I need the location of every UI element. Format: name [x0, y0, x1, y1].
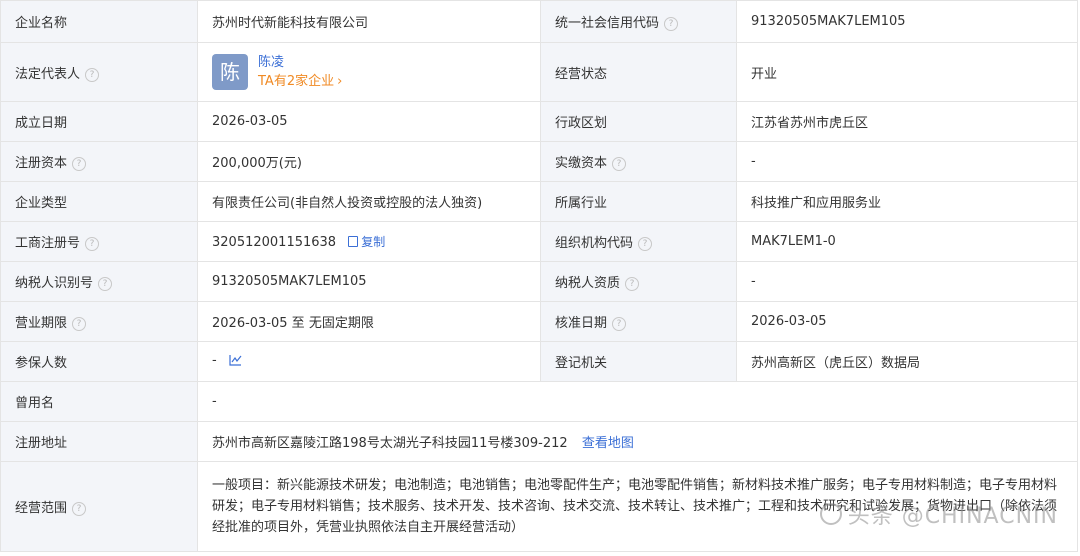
- view-map-link[interactable]: 查看地图: [582, 436, 634, 451]
- industry-label: 所属行业: [540, 181, 737, 222]
- org-code-label: 组织机构代码?: [540, 221, 737, 262]
- status-value: 开业: [736, 42, 1078, 102]
- taxpayer-id-value: 91320505MAK7LEM105: [197, 261, 541, 302]
- org-code-value: MAK7LEM1-0: [736, 221, 1078, 262]
- help-icon[interactable]: ?: [98, 277, 113, 291]
- founded-value: 2026-03-05: [197, 101, 541, 142]
- help-icon[interactable]: ?: [72, 502, 87, 516]
- address-label: 注册地址: [0, 421, 198, 462]
- authority-value: 苏州高新区（虎丘区）数据局: [736, 341, 1078, 382]
- table-row: 营业期限? 2026-03-05 至 无固定期限 核准日期? 2026-03-0…: [0, 301, 1078, 342]
- status-label: 经营状态: [540, 42, 737, 102]
- help-icon[interactable]: ?: [625, 277, 640, 291]
- business-term-label: 营业期限?: [0, 301, 198, 342]
- company-name-label: 企业名称: [0, 0, 198, 43]
- founded-label: 成立日期: [0, 101, 198, 142]
- help-icon[interactable]: ?: [664, 17, 679, 31]
- reg-capital-value: 200,000万(元): [197, 141, 541, 182]
- taxpayer-qual-label: 纳税人资质?: [540, 261, 737, 302]
- help-icon[interactable]: ?: [638, 237, 653, 251]
- approval-date-value: 2026-03-05: [736, 301, 1078, 342]
- company-type-value: 有限责任公司(非自然人投资或控股的法人独资): [197, 181, 541, 222]
- legal-rep-value: 陈 陈凌 TA有2家企业 ›: [197, 42, 541, 102]
- legal-rep-name-link[interactable]: 陈凌: [258, 53, 342, 72]
- company-info-table: 企业名称 苏州时代新能科技有限公司 统一社会信用代码? 91320505MAK7…: [0, 0, 1078, 552]
- reg-number-label: 工商注册号?: [0, 221, 198, 262]
- scope-label: 经营范围?: [0, 461, 198, 552]
- related-companies-link[interactable]: TA有2家企业 ›: [258, 72, 342, 91]
- avatar[interactable]: 陈: [212, 54, 248, 90]
- table-row: 企业名称 苏州时代新能科技有限公司 统一社会信用代码? 91320505MAK7…: [0, 0, 1078, 43]
- table-row: 法定代表人? 陈 陈凌 TA有2家企业 › 经营状态 开业: [0, 42, 1078, 102]
- former-name-label: 曾用名: [0, 381, 198, 422]
- reg-number-value: 320512001151638 复制: [197, 221, 541, 262]
- trend-chart-icon[interactable]: [229, 354, 242, 370]
- district-value: 江苏省苏州市虎丘区: [736, 101, 1078, 142]
- authority-label: 登记机关: [540, 341, 737, 382]
- taxpayer-id-label: 纳税人识别号?: [0, 261, 198, 302]
- table-row: 注册地址 苏州市高新区嘉陵江路198号太湖光子科技园11号楼309-212 查看…: [0, 421, 1078, 462]
- scope-value: 一般项目：新兴能源技术研发；电池制造；电池销售；电池零配件生产；电池零配件销售；…: [197, 461, 1078, 552]
- copy-button[interactable]: 复制: [348, 235, 385, 249]
- company-type-label: 企业类型: [0, 181, 198, 222]
- reg-capital-label: 注册资本?: [0, 141, 198, 182]
- address-value: 苏州市高新区嘉陵江路198号太湖光子科技园11号楼309-212 查看地图: [197, 421, 1078, 462]
- paid-capital-label: 实缴资本?: [540, 141, 737, 182]
- help-icon[interactable]: ?: [612, 157, 627, 171]
- insured-value: -: [197, 341, 541, 382]
- legal-rep-block: 陈 陈凌 TA有2家企业 ›: [212, 53, 540, 91]
- help-icon[interactable]: ?: [85, 67, 100, 82]
- table-row: 纳税人识别号? 91320505MAK7LEM105 纳税人资质? -: [0, 261, 1078, 302]
- table-row: 经营范围? 一般项目：新兴能源技术研发；电池制造；电池销售；电池零配件生产；电池…: [0, 461, 1078, 552]
- company-name-value: 苏州时代新能科技有限公司: [197, 0, 541, 43]
- legal-rep-label: 法定代表人?: [0, 42, 198, 102]
- credit-code-value: 91320505MAK7LEM105: [736, 0, 1078, 43]
- table-row: 企业类型 有限责任公司(非自然人投资或控股的法人独资) 所属行业 科技推广和应用…: [0, 181, 1078, 222]
- paid-capital-value: -: [736, 141, 1078, 182]
- business-term-value: 2026-03-05 至 无固定期限: [197, 301, 541, 342]
- help-icon[interactable]: ?: [72, 157, 87, 171]
- insured-label: 参保人数: [0, 341, 198, 382]
- table-row: 参保人数 - 登记机关 苏州高新区（虎丘区）数据局: [0, 341, 1078, 382]
- help-icon[interactable]: ?: [85, 237, 100, 251]
- credit-code-label: 统一社会信用代码?: [540, 0, 737, 43]
- help-icon[interactable]: ?: [612, 317, 627, 331]
- district-label: 行政区划: [540, 101, 737, 142]
- table-row: 曾用名 -: [0, 381, 1078, 422]
- table-row: 工商注册号? 320512001151638 复制 组织机构代码? MAK7LE…: [0, 221, 1078, 262]
- former-name-value: -: [197, 381, 1078, 422]
- help-icon[interactable]: ?: [72, 317, 87, 331]
- approval-date-label: 核准日期?: [540, 301, 737, 342]
- table-row: 注册资本? 200,000万(元) 实缴资本? -: [0, 141, 1078, 182]
- industry-value: 科技推广和应用服务业: [736, 181, 1078, 222]
- taxpayer-qual-value: -: [736, 261, 1078, 302]
- copy-icon: [348, 236, 359, 247]
- table-row: 成立日期 2026-03-05 行政区划 江苏省苏州市虎丘区: [0, 101, 1078, 142]
- chevron-right-icon: ›: [337, 74, 343, 89]
